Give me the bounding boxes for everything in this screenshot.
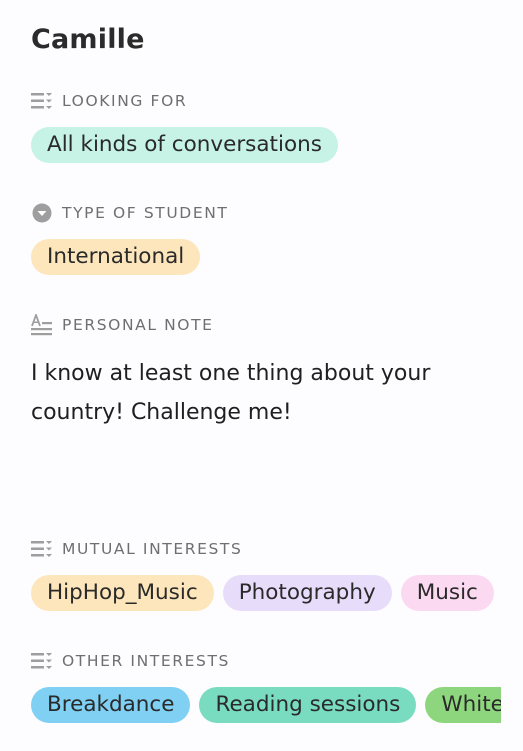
field-label-text: TYPE OF STUDENT bbox=[62, 204, 229, 222]
field-label-text: PERSONAL NOTE bbox=[62, 316, 214, 334]
mutual-interests-tags: HipHop_Music Photography Music bbox=[31, 575, 501, 611]
field-label-text: MUTUAL INTERESTS bbox=[62, 540, 243, 558]
long-text-icon bbox=[31, 314, 53, 336]
field-label-mutual-interests: MUTUAL INTERESTS bbox=[31, 538, 242, 560]
field-label-looking-for: LOOKING FOR bbox=[31, 90, 187, 112]
field-label-text: OTHER INTERESTS bbox=[62, 652, 230, 670]
tag-photography[interactable]: Photography bbox=[222, 575, 392, 611]
tag-breakdance[interactable]: Breakdance bbox=[31, 687, 191, 723]
field-label-text: LOOKING FOR bbox=[62, 92, 188, 110]
profile-card: Camille LOOKING FOR All kinds of convers… bbox=[0, 0, 523, 751]
multi-select-icon bbox=[31, 538, 53, 560]
single-select-icon bbox=[31, 202, 53, 224]
other-interests-tags: Breakdance Reading sessions White bbox=[31, 687, 501, 723]
multi-select-icon bbox=[31, 650, 53, 672]
field-label-other-interests: OTHER INTERESTS bbox=[31, 650, 230, 672]
field-label-type-of-student: TYPE OF STUDENT bbox=[31, 202, 229, 224]
multi-select-icon bbox=[31, 90, 53, 112]
tag-reading-sessions[interactable]: Reading sessions bbox=[199, 687, 417, 723]
personal-note-text: I know at least one thing about your cou… bbox=[31, 361, 431, 425]
tag-international[interactable]: International bbox=[31, 239, 201, 275]
tag-music[interactable]: Music bbox=[400, 575, 494, 611]
tag-hiphop-music[interactable]: HipHop_Music bbox=[31, 575, 214, 611]
profile-name: Camille bbox=[31, 24, 145, 55]
field-label-personal-note: PERSONAL NOTE bbox=[31, 314, 214, 336]
tag-white[interactable]: White bbox=[425, 687, 501, 723]
looking-for-tags: All kinds of conversations bbox=[31, 127, 501, 163]
tag-all-kinds-of-conversations[interactable]: All kinds of conversations bbox=[31, 127, 338, 163]
student-type-tags: International bbox=[31, 239, 501, 275]
